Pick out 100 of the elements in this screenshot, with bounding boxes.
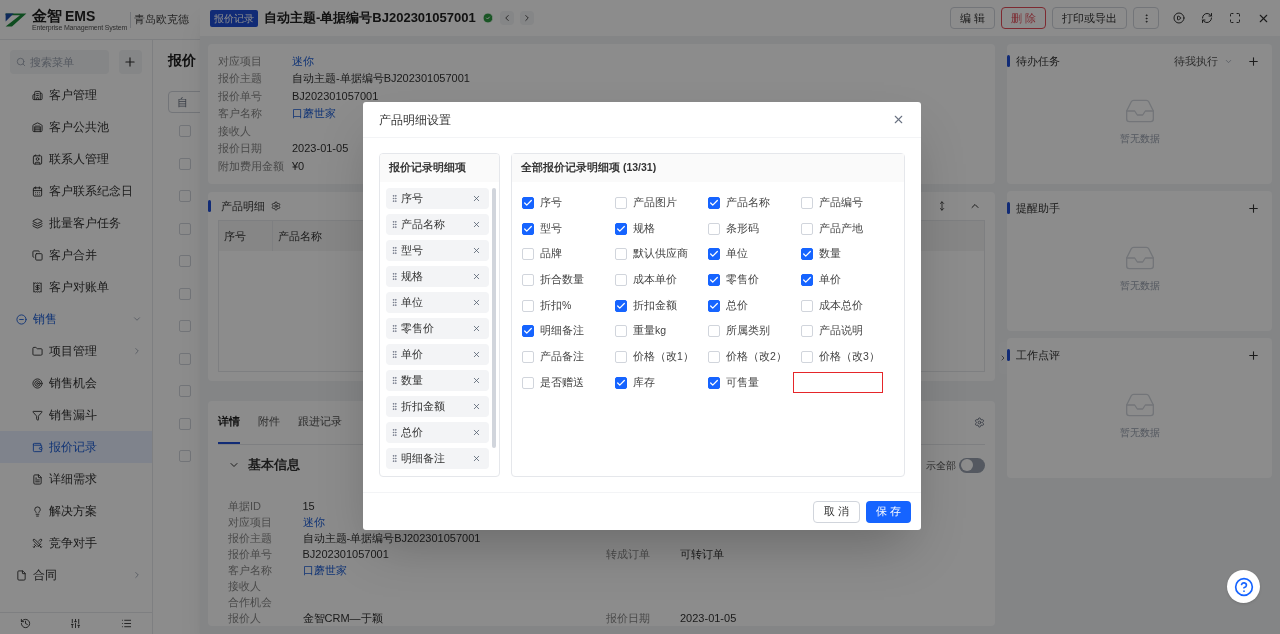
option-label[interactable]: 成本单价 — [633, 272, 677, 288]
option-label[interactable]: 单价 — [819, 272, 841, 288]
option-label[interactable]: 库存 — [633, 374, 655, 391]
remove-icon[interactable] — [472, 220, 481, 229]
option-label[interactable]: 产品说明 — [819, 323, 863, 340]
remove-icon[interactable] — [472, 298, 481, 307]
drag-handle-icon[interactable] — [390, 376, 399, 385]
option-label[interactable]: 数量 — [819, 246, 841, 263]
fullscreen-icon[interactable] — [1229, 12, 1241, 24]
row-checkbox[interactable] — [179, 255, 191, 267]
remove-icon[interactable] — [472, 428, 481, 437]
menu-item[interactable]: 客户公共池 — [0, 111, 152, 143]
option-checkbox[interactable] — [801, 248, 813, 261]
row-checkbox[interactable] — [179, 190, 191, 202]
menu-item[interactable]: 销售 — [0, 303, 152, 335]
remove-icon[interactable] — [472, 454, 481, 463]
field-link[interactable]: 迷你 — [292, 52, 314, 69]
previous-button[interactable] — [499, 11, 514, 25]
option-label[interactable]: 可售量 — [726, 374, 759, 391]
menu-item[interactable]: 批量客户任务 — [0, 207, 152, 239]
menu-item[interactable]: 项目管理 — [0, 335, 152, 367]
menu-item[interactable]: 解决方案 — [0, 495, 152, 527]
menu-item[interactable]: 销售机会 — [0, 367, 152, 399]
menu-item[interactable]: 销售漏斗 — [0, 399, 152, 431]
drag-handle-icon[interactable] — [390, 272, 399, 281]
row-checkbox[interactable] — [179, 417, 191, 430]
selected-item-chip[interactable]: 规格 — [386, 266, 489, 287]
remove-icon[interactable] — [472, 324, 481, 333]
settings-icon[interactable] — [271, 200, 281, 211]
drag-handle-icon[interactable] — [390, 324, 399, 333]
close-icon[interactable] — [892, 113, 905, 126]
menu-item[interactable]: 竞争对手 — [0, 527, 152, 559]
option-checkbox[interactable] — [615, 376, 627, 389]
selected-item-chip[interactable]: 型号 — [386, 240, 489, 261]
option-checkbox[interactable] — [801, 273, 813, 286]
option-label[interactable]: 规格 — [633, 220, 655, 237]
option-checkbox[interactable] — [615, 299, 627, 312]
remove-icon[interactable] — [472, 272, 481, 281]
drag-handle-icon[interactable] — [390, 428, 399, 437]
next-button[interactable] — [519, 11, 534, 25]
drag-handle-icon[interactable] — [390, 350, 399, 359]
option-label[interactable]: 重量kg — [633, 323, 667, 340]
option-label[interactable]: 产品图片 — [633, 194, 677, 211]
history-icon[interactable] — [19, 618, 31, 629]
selected-item-chip[interactable]: 折扣金额 — [386, 396, 489, 417]
tab[interactable]: 附件 — [258, 401, 280, 444]
option-checkbox[interactable] — [708, 196, 720, 209]
selected-item-chip[interactable]: 总价 — [386, 422, 489, 443]
menu-item[interactable]: 合同 — [0, 559, 152, 591]
play-icon[interactable] — [1173, 12, 1185, 24]
list-icon[interactable] — [121, 618, 133, 629]
selected-item-chip[interactable]: 零售价 — [386, 318, 489, 339]
scrollbar-thumb[interactable] — [492, 188, 496, 448]
add-icon[interactable] — [1247, 54, 1260, 68]
option-label[interactable]: 折扣金额 — [633, 297, 677, 314]
option-checkbox[interactable] — [708, 299, 720, 312]
option-checkbox[interactable] — [708, 273, 720, 286]
row-checkbox[interactable] — [179, 125, 191, 137]
option-label[interactable]: 品牌 — [540, 246, 562, 263]
option-label[interactable]: 产品编号 — [819, 194, 863, 211]
drag-handle-icon[interactable] — [390, 194, 399, 203]
show-all-switch[interactable] — [959, 457, 985, 473]
menu-item[interactable]: 详细需求 — [0, 463, 152, 495]
action-button[interactable]: 打印或导出 — [1052, 7, 1127, 29]
option-label[interactable]: 所属类别 — [726, 323, 770, 340]
drag-handle-icon[interactable] — [390, 220, 399, 229]
selected-item-chip[interactable]: 序号 — [386, 188, 489, 209]
option-label[interactable]: 是否赠送 — [540, 374, 584, 391]
selected-item-chip[interactable]: 产品名称 — [386, 214, 489, 235]
option-checkbox[interactable] — [615, 222, 627, 235]
option-label[interactable]: 价格（改1） — [633, 349, 694, 365]
field-link[interactable]: 迷你 — [302, 513, 325, 531]
option-label[interactable]: 产品产地 — [819, 220, 863, 237]
action-button[interactable]: 编 辑 — [949, 7, 995, 29]
menu-item[interactable]: 客户对账单 — [0, 271, 152, 303]
row-checkbox[interactable] — [179, 157, 191, 170]
option-label[interactable]: 零售价 — [726, 272, 759, 288]
option-label[interactable]: 默认供应商 — [633, 246, 688, 263]
option-label[interactable]: 明细备注 — [540, 323, 584, 340]
drag-handle-icon[interactable] — [390, 402, 399, 411]
row-checkbox[interactable] — [179, 450, 191, 462]
option-label[interactable]: 折合数量 — [540, 272, 584, 288]
sliders-icon[interactable] — [70, 618, 82, 629]
option-label[interactable]: 产品名称 — [726, 194, 770, 211]
remove-icon[interactable] — [472, 246, 481, 255]
option-label[interactable]: 序号 — [540, 194, 562, 211]
refresh-icon[interactable] — [1201, 12, 1213, 24]
tab[interactable]: 详情 — [218, 401, 240, 444]
row-checkbox[interactable] — [179, 287, 191, 300]
menu-item[interactable]: 客户联系纪念日 — [0, 175, 152, 207]
remove-icon[interactable] — [472, 376, 481, 385]
option-checkbox[interactable] — [708, 376, 720, 389]
cancel-button[interactable]: 取 消 — [812, 500, 860, 523]
option-label[interactable]: 折扣% — [540, 297, 572, 314]
field-link[interactable]: 口蘑世家 — [302, 561, 347, 579]
row-checkbox[interactable] — [179, 320, 191, 332]
settings-icon[interactable] — [974, 417, 985, 428]
drag-handle-icon[interactable] — [390, 246, 399, 255]
option-label[interactable]: 总价 — [726, 297, 748, 314]
option-label[interactable]: 单位 — [726, 246, 748, 263]
